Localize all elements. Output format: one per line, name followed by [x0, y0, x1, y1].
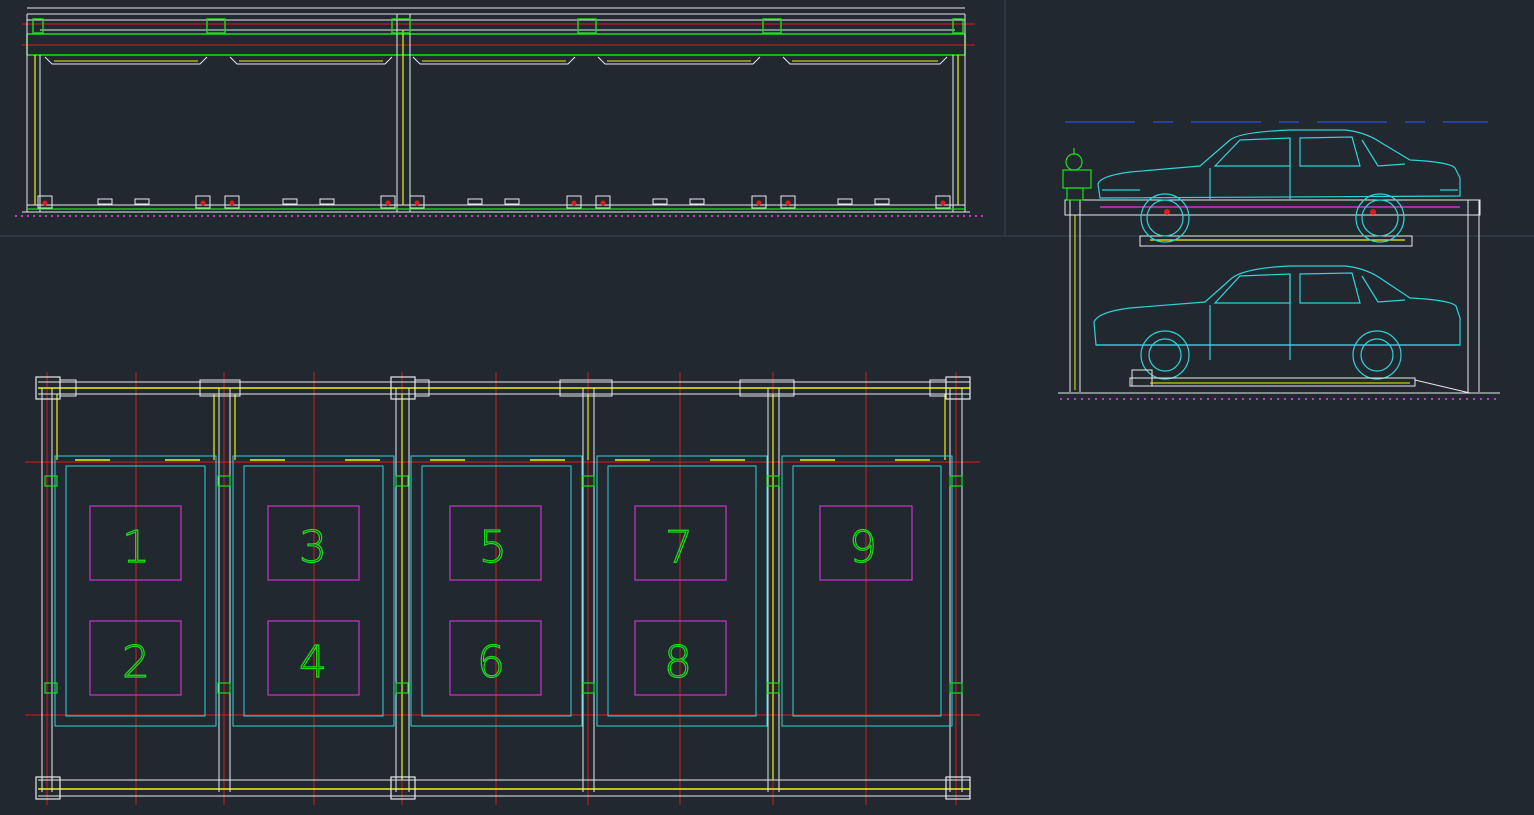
front-elevation-view: [15, 7, 985, 217]
slot-label-6: 6: [477, 637, 505, 688]
slot-label-8: 8: [664, 637, 692, 688]
cad-drawing-canvas[interactable]: 1 2 3 4 5 6 7 8 9: [0, 0, 1534, 815]
slot-label-5: 5: [479, 522, 507, 573]
slot-label-7: 7: [665, 522, 693, 573]
slot-label-1: 1: [122, 522, 150, 573]
slot-label-4: 4: [299, 637, 327, 688]
slot-label-3: 3: [299, 522, 327, 573]
cad-sheet: 1 2 3 4 5 6 7 8 9: [0, 0, 1534, 805]
slot-label-2: 2: [122, 637, 150, 688]
slot-label-9: 9: [849, 522, 877, 573]
plan-view: 1 2 3 4 5 6 7 8 9: [25, 372, 980, 805]
drive-motor-icon: [1062, 148, 1092, 201]
car-side-icon: [1093, 265, 1461, 380]
side-elevation-view: [1058, 121, 1500, 400]
car-side-icon: [1097, 129, 1461, 243]
crosshair-guides: [0, 0, 1534, 237]
